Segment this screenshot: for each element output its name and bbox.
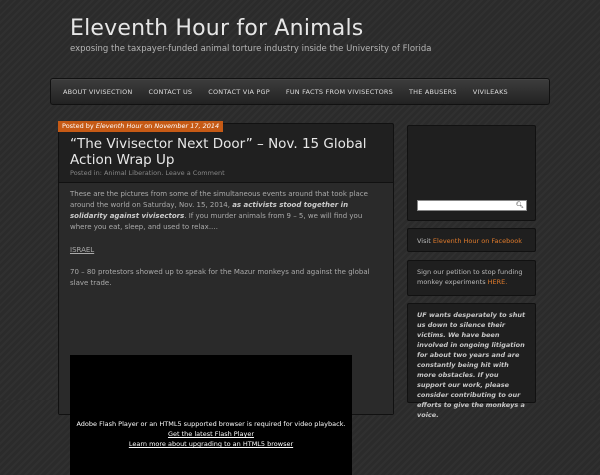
site-title[interactable]: Eleventh Hour for Animals	[70, 16, 363, 41]
site-tagline: exposing the taxpayer-funded animal tort…	[70, 44, 432, 54]
donation-widget: UF wants desperately to shut us down to …	[407, 303, 536, 419]
post-categories: Posted in: Animal Liberation. Leave a Co…	[70, 169, 225, 177]
facebook-text: Visit Eleventh Hour on Facebook	[417, 236, 529, 246]
post-paragraph-intro: These are the pictures from some of the …	[70, 189, 385, 233]
author-link[interactable]: Eleventh Hour	[96, 122, 142, 130]
post-article: “The Vivisector Next Door” – Nov. 15 Glo…	[58, 123, 394, 475]
posted-by-label: Posted by	[62, 122, 96, 130]
on-label: on	[142, 122, 155, 130]
search-box: 🔍︎	[417, 200, 527, 219]
uf-litigation-text: UF wants desperately to shut us down to …	[417, 311, 526, 419]
posted-in-label: Posted in:	[70, 169, 104, 177]
petition-widget: Sign our petition to stop funding monkey…	[407, 260, 536, 296]
nav-item-the-abusers[interactable]: THE ABUSERS	[401, 88, 465, 96]
visit-label: Visit	[417, 237, 433, 245]
nav-item-contact-via-pgp[interactable]: CONTACT VIA PGP	[200, 88, 278, 96]
nav-item-contact-us[interactable]: CONTACT US	[140, 88, 200, 96]
post-paragraph-israel: 70 – 80 protestors showed up to speak fo…	[70, 268, 370, 287]
petition-link[interactable]: HERE.	[488, 278, 508, 286]
post-meta-bar: Posted by Eleventh Hour on November 17, …	[58, 121, 224, 132]
facebook-widget: Visit Eleventh Hour on Facebook	[407, 228, 536, 252]
petition-text: Sign our petition to stop funding monkey…	[417, 267, 529, 287]
search-icon[interactable]: 🔍︎	[516, 201, 524, 210]
search-input[interactable]	[418, 210, 518, 219]
video-fallback-message: Adobe Flash Player or an HTML5 supported…	[70, 419, 352, 449]
post-body: These are the pictures from some of the …	[59, 182, 393, 475]
html5-upgrade-link[interactable]: Learn more about upgrading to an HTML5 b…	[70, 439, 352, 449]
main-nav: ABOUT VIVISECTION CONTACT US CONTACT VIA…	[50, 78, 550, 105]
israel-heading[interactable]: ISRAEL	[70, 245, 385, 256]
leave-comment-link[interactable]: Leave a Comment	[165, 169, 224, 177]
nav-item-vivileaks[interactable]: VIVILEAKS	[465, 88, 516, 96]
search-widget: 🔍︎	[407, 125, 536, 221]
facebook-link[interactable]: Eleventh Hour on Facebook	[433, 237, 522, 245]
post-title[interactable]: “The Vivisector Next Door” – Nov. 15 Glo…	[70, 136, 370, 168]
nav-item-fun-facts[interactable]: FUN FACTS FROM VIVISECTORS	[278, 88, 401, 96]
flash-required-text: Adobe Flash Player or an HTML5 supported…	[76, 420, 346, 428]
post-header: “The Vivisector Next Door” – Nov. 15 Glo…	[59, 132, 393, 184]
post-date-link[interactable]: November 17, 2014	[154, 122, 219, 130]
video-player[interactable]: Adobe Flash Player or an HTML5 supported…	[70, 355, 352, 475]
get-flash-link[interactable]: Get the latest Flash Player	[70, 429, 352, 439]
nav-item-about-vivisection[interactable]: ABOUT VIVISECTION	[55, 88, 140, 96]
category-link[interactable]: Animal Liberation	[104, 169, 161, 177]
